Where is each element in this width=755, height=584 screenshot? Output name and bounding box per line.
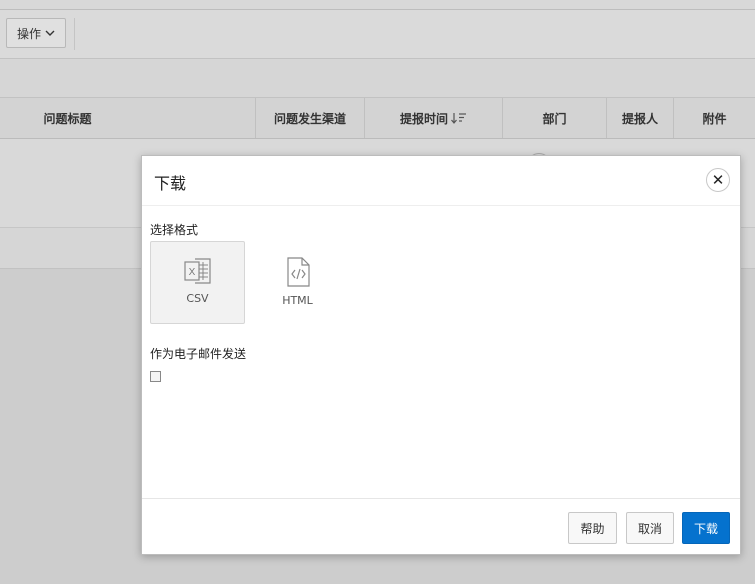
format-option-label: HTML <box>282 294 313 307</box>
dialog-footer: 帮助 取消 下载 <box>142 498 740 555</box>
help-button-label: 帮助 <box>580 521 605 536</box>
download-button-label: 下载 <box>693 521 718 536</box>
format-option-csv[interactable]: X CSV <box>150 241 245 324</box>
cancel-button-label: 取消 <box>637 521 662 536</box>
column-header-department[interactable]: 部门 <box>503 98 607 138</box>
close-icon: ✕ <box>711 170 725 189</box>
svg-text:X: X <box>188 267 195 278</box>
grid-header: 问题标题 问题发生渠道 提报时间 部门 提报人 附件 <box>0 98 755 139</box>
column-header-report-time[interactable]: 提报时间 <box>365 98 503 138</box>
column-header-label: 提报人 <box>621 111 658 126</box>
column-header-attachment[interactable]: 附件 <box>674 98 755 138</box>
email-section-label: 作为电子邮件发送 <box>150 347 247 361</box>
cancel-button[interactable]: 取消 <box>626 512 674 544</box>
column-header-channel[interactable]: 问题发生渠道 <box>256 98 365 138</box>
help-button[interactable]: 帮助 <box>568 512 617 544</box>
column-header-reporter[interactable]: 提报人 <box>607 98 674 138</box>
format-section-label: 选择格式 <box>150 223 199 237</box>
actions-button-label: 操作 <box>17 26 42 41</box>
format-option-label: CSV <box>186 292 209 305</box>
report-toolbar: 操作 <box>0 10 755 59</box>
dialog-header: 下载 ✕ <box>142 156 740 206</box>
format-option-html[interactable]: HTML <box>250 241 345 324</box>
download-button[interactable]: 下载 <box>682 512 730 544</box>
send-as-email-checkbox[interactable] <box>150 371 161 382</box>
excel-file-icon: X <box>183 258 211 284</box>
column-header-label: 部门 <box>542 111 567 126</box>
download-dialog: 下载 ✕ 选择格式 X CSV HTML 作为电子邮件发送 帮助 取消 下载 <box>141 155 741 555</box>
toolbar-divider <box>74 18 75 50</box>
close-button[interactable]: ✕ <box>706 168 730 192</box>
column-header-title[interactable]: 问题标题 <box>0 98 256 138</box>
actions-menu-button[interactable]: 操作 <box>6 18 67 48</box>
code-file-icon <box>286 257 310 287</box>
dialog-title: 下载 <box>154 174 187 193</box>
chevron-down-icon <box>45 30 55 36</box>
sort-descending-icon <box>451 113 466 124</box>
filter-bar <box>0 59 755 98</box>
column-header-label: 附件 <box>702 111 727 126</box>
column-header-label: 提报时间 <box>399 111 448 126</box>
column-header-label: 问题标题 <box>43 111 92 126</box>
top-strip <box>0 0 755 10</box>
column-header-label: 问题发生渠道 <box>273 111 346 126</box>
